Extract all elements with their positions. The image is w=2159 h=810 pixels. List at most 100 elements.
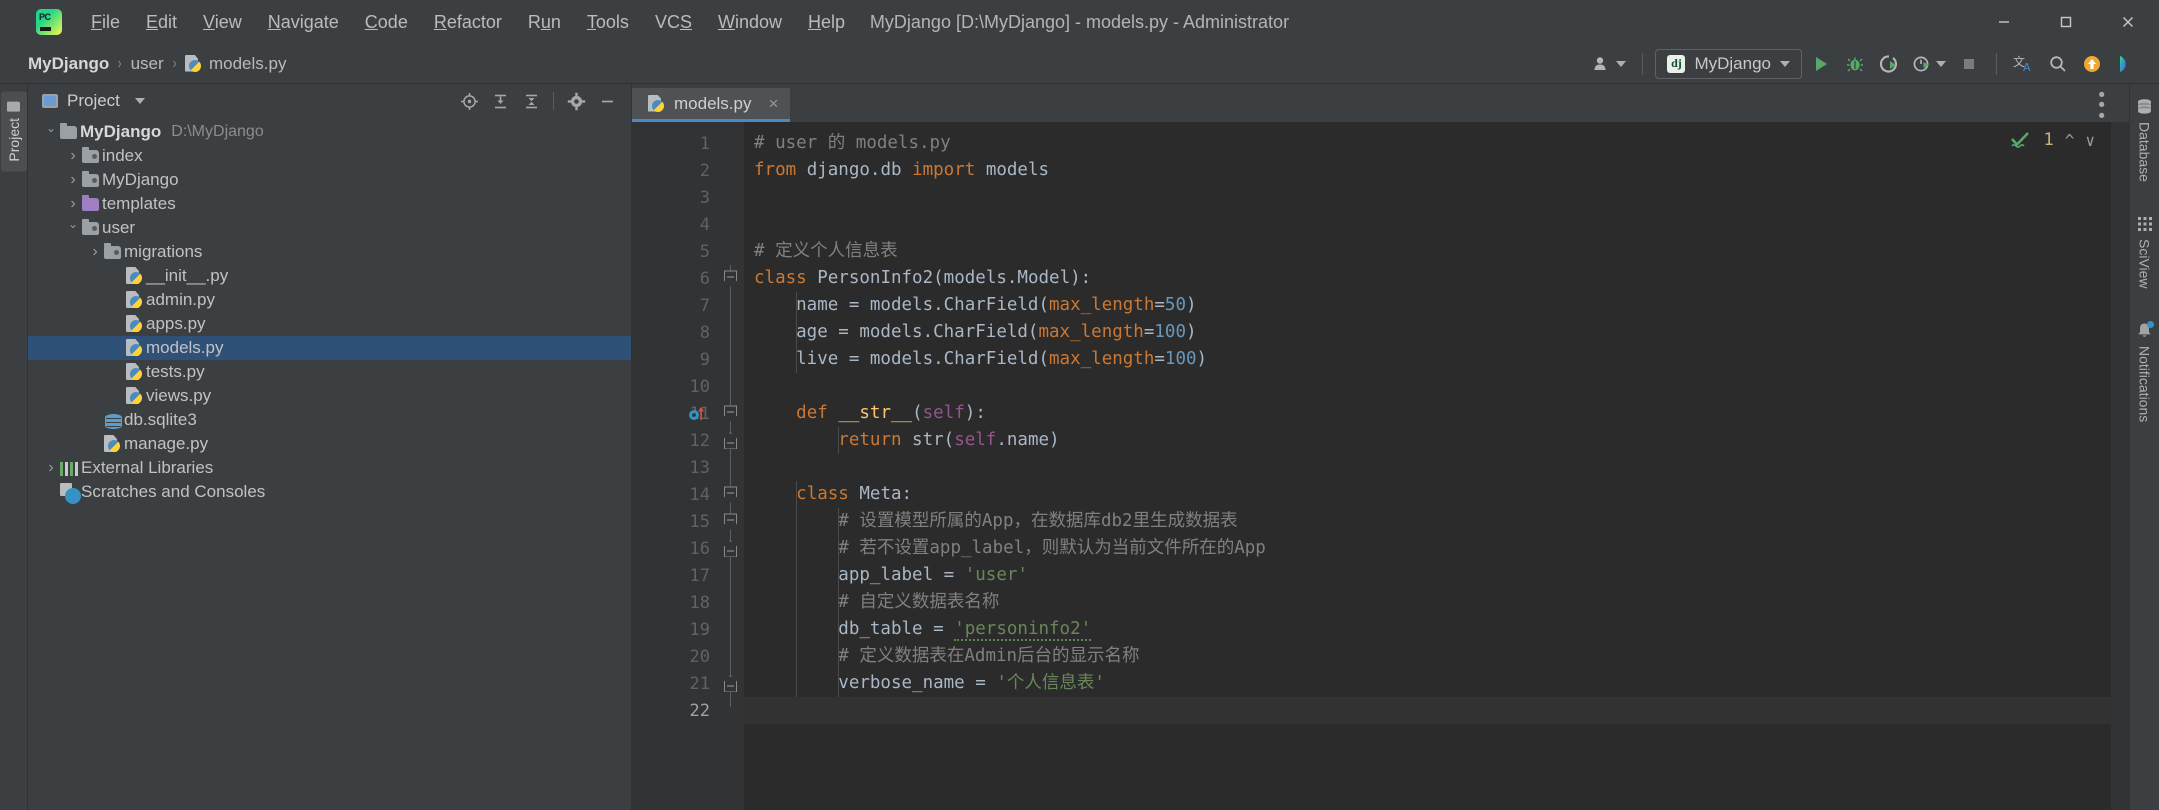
breadcrumb-project[interactable]: MyDjango [28,54,109,74]
code-line[interactable]: return str(self.name) [744,427,2111,454]
tool-window-button-database[interactable]: Database [2133,94,2156,186]
search-everywhere-icon[interactable] [2043,49,2073,79]
tree-node--init-py[interactable]: __init__.py [28,264,631,288]
tree-node-apps-py[interactable]: apps.py [28,312,631,336]
code-line[interactable]: verbose_name = '个人信息表' [744,670,2111,697]
run-configuration-selector[interactable]: dj MyDjango [1655,48,1802,79]
code-line[interactable]: def __str__(self): [744,400,2111,427]
code-line[interactable]: # 定义数据表在Admin后台的显示名称 [744,643,2111,670]
updates-icon[interactable] [2077,49,2107,79]
chevron-right-icon[interactable] [64,171,82,189]
menu-edit[interactable]: Edit [133,8,190,37]
menu-run[interactable]: Run [515,8,574,37]
code-line[interactable] [744,454,2111,481]
chevron-right-icon[interactable] [64,195,82,213]
code-line[interactable]: from django.db import models [744,157,2111,184]
tree-node-tests-py[interactable]: tests.py [28,360,631,384]
profile-button[interactable] [1908,49,1950,79]
tool-window-button-project[interactable]: Project [0,92,27,172]
fold-region-end-icon[interactable] [724,675,737,692]
translate-icon[interactable]: 文 A [2009,49,2039,79]
chevron-down-icon[interactable] [134,98,145,104]
tree-node-db-sqlite3[interactable]: db.sqlite3 [28,408,631,432]
code-line[interactable]: # 设置模型所属的App，在数据库db2里生成数据表 [744,508,2111,535]
code-line[interactable]: live = models.CharField(max_length=100) [744,346,2111,373]
code-line[interactable]: class PersonInfo2(models.Model): [744,265,2111,292]
code-line[interactable] [744,697,2111,724]
tree-node-admin-py[interactable]: admin.py [28,288,631,312]
editor-more-options-icon[interactable]: • • • [2088,85,2115,126]
fold-region-start-icon[interactable] [724,486,737,503]
tree-node-scratches-and-consoles[interactable]: Scratches and Consoles [28,480,631,504]
code-line[interactable] [744,373,2111,400]
code-line[interactable]: # user 的 models.py [744,130,2111,157]
code-line[interactable]: age = models.CharField(max_length=100) [744,319,2111,346]
tree-node-mydjango[interactable]: MyDjango [28,168,631,192]
tool-window-button-sciview[interactable]: SciView [2134,212,2156,293]
code-line[interactable] [744,211,2111,238]
locate-icon[interactable] [455,88,483,114]
tree-node-views-py[interactable]: views.py [28,384,631,408]
menu-vcs[interactable]: VCS [642,8,705,37]
code-line[interactable]: app_label = 'user' [744,562,2111,589]
tree-node-mydjango[interactable]: MyDjango D:\MyDjango [28,120,631,144]
debug-button[interactable] [1840,49,1870,79]
inspection-widget[interactable]: 1 ^ ∨ [2010,130,2095,150]
ide-features-icon[interactable] [2111,49,2141,79]
tree-node-user[interactable]: user [28,216,631,240]
next-problem-icon[interactable]: ∨ [2085,131,2095,150]
code-line[interactable]: # 若不设置app_label，则默认为当前文件所在的App [744,535,2111,562]
menu-file[interactable]: File [78,8,133,37]
editor-marker-strip[interactable] [2111,122,2129,810]
code-line[interactable]: class Meta: [744,481,2111,508]
tree-node-migrations[interactable]: migrations [28,240,631,264]
minimize-button[interactable] [1973,0,2035,44]
hide-panel-icon[interactable] [593,88,621,114]
settings-gear-icon[interactable] [562,88,590,114]
project-tree[interactable]: MyDjango D:\MyDjango index MyDjango template… [28,118,631,810]
user-settings-button[interactable] [1588,49,1630,79]
chevron-right-icon[interactable] [42,459,60,477]
menu-help[interactable]: Help [795,8,858,37]
code-folding-gutter[interactable] [718,122,744,810]
previous-problem-icon[interactable]: ^ [2065,131,2075,150]
fold-region-end-icon[interactable] [724,432,737,449]
tree-node-external-libraries[interactable]: External Libraries [28,456,631,480]
chevron-down-icon[interactable] [64,221,82,235]
menu-navigate[interactable]: Navigate [255,8,352,37]
menu-tools[interactable]: Tools [574,8,642,37]
tree-node-manage-py[interactable]: manage.py [28,432,631,456]
chevron-right-icon[interactable] [86,243,104,261]
code-content[interactable]: 1 ^ ∨ # user 的 models.py from django.db i… [744,122,2111,810]
fold-region-start-icon[interactable] [724,513,737,530]
fold-region-end-icon[interactable] [724,540,737,557]
editor-tab-models-py[interactable]: models.py × [632,88,791,122]
maximize-button[interactable] [2035,0,2097,44]
code-line[interactable]: name = models.CharField(max_length=50) [744,292,2111,319]
code-line[interactable]: # 定义个人信息表 [744,238,2111,265]
tool-window-button-notifications[interactable]: Notifications [2133,318,2156,426]
menu-refactor[interactable]: Refactor [421,8,515,37]
code-line[interactable] [744,184,2111,211]
fold-region-start-icon[interactable] [724,405,737,422]
override-method-marker-icon[interactable] [688,405,710,423]
menu-view[interactable]: View [190,8,255,37]
fold-region-start-icon[interactable] [724,270,737,287]
tree-node-index[interactable]: index [28,144,631,168]
tree-node-templates[interactable]: templates [28,192,631,216]
breadcrumb-file[interactable]: models.py [185,54,286,74]
chevron-down-icon[interactable] [42,125,60,139]
run-with-coverage-button[interactable] [1874,49,1904,79]
run-button[interactable] [1806,49,1836,79]
collapse-all-icon[interactable] [517,88,545,114]
close-button[interactable] [2097,0,2159,44]
code-line[interactable]: # 自定义数据表名称 [744,589,2111,616]
close-tab-icon[interactable]: × [768,94,778,114]
chevron-right-icon[interactable] [64,147,82,165]
stop-button[interactable] [1954,49,1984,79]
menu-window[interactable]: Window [705,8,795,37]
code-line[interactable]: db_table = 'personinfo2' [744,616,2111,643]
menu-code[interactable]: Code [352,8,421,37]
expand-all-icon[interactable] [486,88,514,114]
tree-node-models-py[interactable]: models.py [28,336,631,360]
